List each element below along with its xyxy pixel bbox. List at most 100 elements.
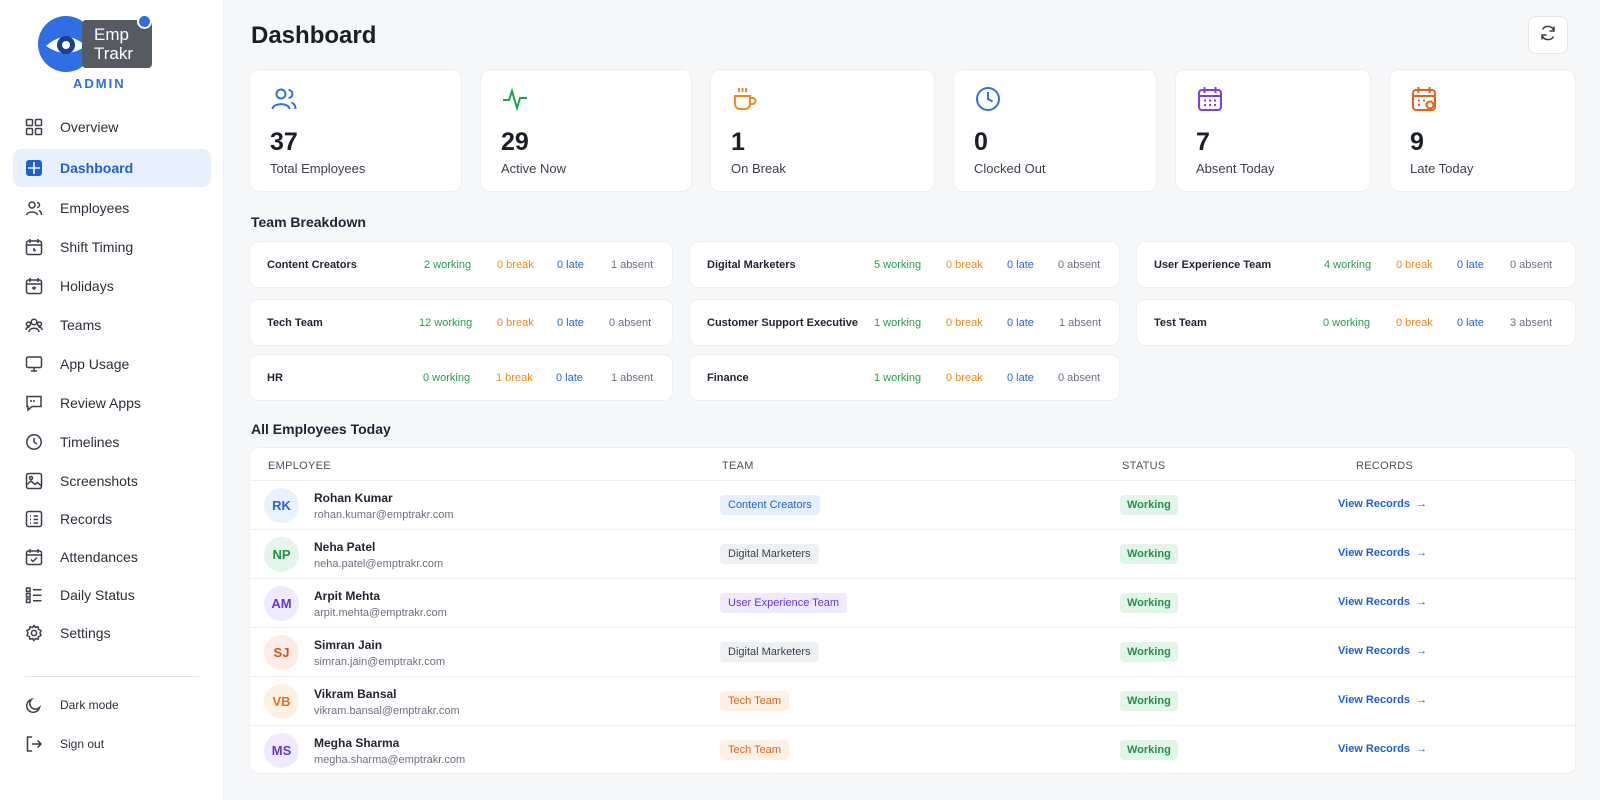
arrow-right-icon: → bbox=[1409, 645, 1428, 657]
table-row[interactable]: NP Neha Patel neha.patel@emptrakr.com Di… bbox=[250, 529, 1575, 578]
team-card-tech-team[interactable]: Tech Team 12 working 0 break 0 late 0 ab… bbox=[249, 299, 673, 346]
users-icon bbox=[25, 199, 43, 217]
employee-name: Rohan Kumar bbox=[314, 491, 393, 505]
sidebar-item-holidays[interactable]: Holidays bbox=[13, 267, 211, 305]
sidebar-item-teams[interactable]: Teams bbox=[13, 306, 211, 344]
logo[interactable]: Emp Trakr bbox=[38, 14, 156, 74]
sidebar-item-dashboard[interactable]: Dashboard bbox=[13, 149, 211, 187]
table-row[interactable]: MS Megha Sharma megha.sharma@emptrakr.co… bbox=[250, 725, 1575, 773]
sign-out-button[interactable]: Sign out bbox=[13, 725, 211, 763]
sidebar-item-label: Daily Status bbox=[60, 587, 135, 603]
calendar-check-icon bbox=[25, 548, 43, 566]
stat-label: Active Now bbox=[501, 161, 567, 176]
employee-name: Megha Sharma bbox=[314, 736, 400, 750]
team-card-customer-support-executive[interactable]: Customer Support Executive 1 working 0 b… bbox=[689, 299, 1120, 346]
dark-mode-label: Dark mode bbox=[60, 698, 119, 712]
team-working-count: 0 working bbox=[423, 372, 471, 384]
sidebar-item-screenshots[interactable]: Screenshots bbox=[13, 462, 211, 500]
role-label: ADMIN bbox=[73, 76, 126, 91]
team-absent-count: 1 absent bbox=[611, 259, 654, 271]
sidebar-item-overview[interactable]: Overview bbox=[13, 108, 211, 146]
calendar-clock-icon bbox=[25, 238, 43, 256]
stat-label: Clocked Out bbox=[974, 161, 1046, 176]
team-break-count: 0 break bbox=[946, 259, 983, 271]
table-row[interactable]: VB Vikram Bansal vikram.bansal@emptrakr.… bbox=[250, 676, 1575, 725]
column-header-team: TEAM bbox=[722, 460, 754, 472]
stat-card-active-now: 29 Active Now bbox=[480, 69, 692, 192]
team-working-count: 0 working bbox=[1323, 317, 1371, 329]
employee-name: Arpit Mehta bbox=[314, 589, 380, 603]
team-badge: Digital Marketers bbox=[720, 642, 819, 662]
dark-mode-toggle[interactable]: Dark mode bbox=[13, 686, 211, 724]
sidebar-item-settings[interactable]: Settings bbox=[13, 614, 211, 652]
avatar: SJ bbox=[264, 635, 299, 670]
sidebar-item-label: Overview bbox=[60, 119, 119, 135]
calendar-icon bbox=[25, 277, 43, 295]
team-card-digital-marketers[interactable]: Digital Marketers 5 working 0 break 0 la… bbox=[689, 241, 1120, 288]
sidebar-item-records[interactable]: Records bbox=[13, 500, 211, 538]
view-records-link[interactable]: View Records → bbox=[1338, 743, 1427, 755]
sidebar-item-label: Records bbox=[60, 511, 113, 527]
stat-value: 9 bbox=[1410, 128, 1424, 156]
sidebar-item-label: Teams bbox=[60, 317, 102, 333]
table-row[interactable]: AM Arpit Mehta arpit.mehta@emptrakr.com … bbox=[250, 578, 1575, 627]
avatar: MS bbox=[264, 733, 299, 768]
view-records-label: View Records bbox=[1338, 498, 1410, 510]
team-card-content-creators[interactable]: Content Creators 2 working 0 break 0 lat… bbox=[249, 241, 673, 288]
team-card-test-team[interactable]: Test Team 0 working 0 break 0 late 3 abs… bbox=[1136, 299, 1576, 346]
sidebar-item-label: Attendances bbox=[60, 549, 138, 565]
employee-name: Vikram Bansal bbox=[314, 687, 397, 701]
avatar: AM bbox=[264, 586, 299, 621]
view-records-link[interactable]: View Records → bbox=[1338, 694, 1427, 706]
sidebar-item-label: Settings bbox=[60, 625, 111, 641]
team-working-count: 1 working bbox=[874, 372, 922, 384]
team-break-count: 0 break bbox=[497, 259, 534, 271]
employee-name: Simran Jain bbox=[314, 638, 383, 652]
team-late-count: 0 late bbox=[1007, 317, 1034, 329]
view-records-link[interactable]: View Records → bbox=[1338, 596, 1427, 608]
stat-value: 0 bbox=[974, 128, 988, 156]
team-card-hr[interactable]: HR 0 working 1 break 0 late 1 absent bbox=[249, 354, 673, 401]
employee-email: arpit.mehta@emptrakr.com bbox=[314, 607, 447, 619]
team-breakdown-title: Team Breakdown bbox=[251, 214, 366, 230]
avatar: RK bbox=[264, 488, 299, 523]
sidebar-item-timelines[interactable]: Timelines bbox=[13, 423, 211, 461]
view-records-label: View Records bbox=[1338, 596, 1410, 608]
sidebar-item-label: Timelines bbox=[60, 434, 120, 450]
team-absent-count: 0 absent bbox=[609, 317, 652, 329]
stat-value: 37 bbox=[270, 128, 298, 156]
employee-email: simran.jain@emptrakr.com bbox=[314, 656, 445, 668]
stat-value: 1 bbox=[731, 128, 745, 156]
team-name: User Experience Team bbox=[1154, 259, 1272, 271]
status-badge: Working bbox=[1120, 495, 1178, 515]
sidebar-item-review-apps[interactable]: Review Apps bbox=[13, 384, 211, 422]
stat-card-absent-today: 7 Absent Today bbox=[1175, 69, 1371, 192]
team-card-finance[interactable]: Finance 1 working 0 break 0 late 0 absen… bbox=[689, 354, 1120, 401]
view-records-link[interactable]: View Records → bbox=[1338, 645, 1427, 657]
refresh-button[interactable] bbox=[1528, 16, 1568, 54]
team-working-count: 5 working bbox=[874, 259, 922, 271]
team-badge: Digital Marketers bbox=[720, 544, 819, 564]
sidebar-item-shift-timing[interactable]: Shift Timing bbox=[13, 228, 211, 266]
view-records-link[interactable]: View Records → bbox=[1338, 547, 1427, 559]
team-name: Test Team bbox=[1154, 317, 1207, 329]
team-absent-count: 0 absent bbox=[1058, 372, 1101, 384]
stat-value: 29 bbox=[501, 128, 529, 156]
team-late-count: 0 late bbox=[1007, 259, 1034, 271]
table-row[interactable]: RK Rohan Kumar rohan.kumar@emptrakr.com … bbox=[250, 480, 1575, 529]
sidebar-item-daily-status[interactable]: Daily Status bbox=[13, 576, 211, 614]
sidebar-item-employees[interactable]: Employees bbox=[13, 189, 211, 227]
team-late-count: 0 late bbox=[557, 259, 584, 271]
sidebar-item-app-usage[interactable]: App Usage bbox=[13, 345, 211, 383]
stat-card-total-employees: 37 Total Employees bbox=[249, 69, 462, 192]
sign-out-label: Sign out bbox=[60, 737, 105, 751]
view-records-link[interactable]: View Records → bbox=[1338, 498, 1427, 510]
team-card-user-experience-team[interactable]: User Experience Team 4 working 0 break 0… bbox=[1136, 241, 1576, 288]
team-absent-count: 1 absent bbox=[1059, 317, 1102, 329]
team-break-count: 0 break bbox=[1396, 317, 1433, 329]
message-icon bbox=[25, 394, 43, 412]
calendar-alert-icon bbox=[1410, 85, 1438, 113]
sidebar-item-attendances[interactable]: Attendances bbox=[13, 538, 211, 576]
table-row[interactable]: SJ Simran Jain simran.jain@emptrakr.com … bbox=[250, 627, 1575, 676]
team-working-count: 12 working bbox=[419, 317, 473, 329]
